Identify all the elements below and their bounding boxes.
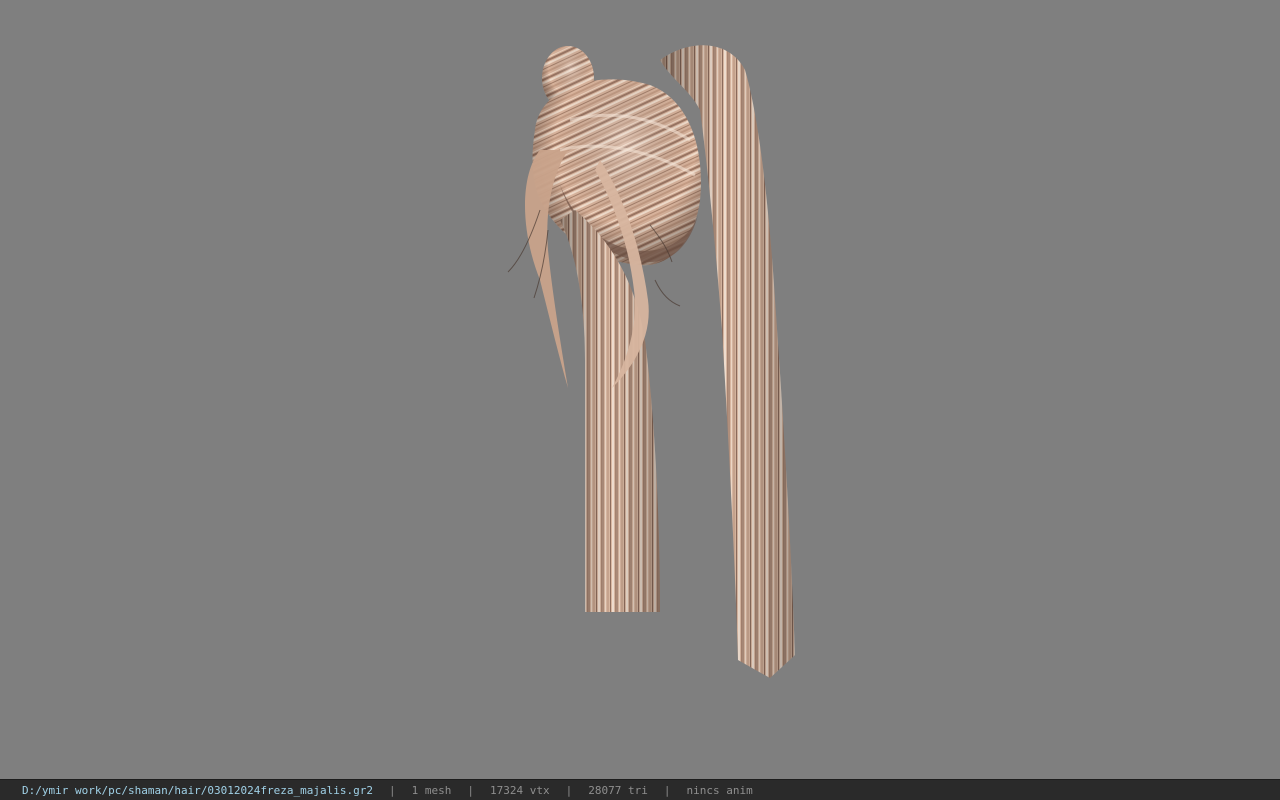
3d-viewport[interactable] [0,0,1280,779]
triangle-count: 28077 tri [588,783,648,797]
separator: | [467,783,474,797]
mesh-count: 1 mesh [411,783,452,797]
file-path: D:/ymir work/pc/shaman/hair/03012024frez… [22,783,373,797]
vertex-count: 17324 vtx [490,783,550,797]
separator: | [389,783,396,797]
hair-model-render [507,45,795,678]
status-bar: D:/ymir work/pc/shaman/hair/03012024frez… [0,779,1280,800]
separator: | [663,783,671,797]
anim-status: nincs anim [686,783,753,797]
separator: | [565,783,573,797]
